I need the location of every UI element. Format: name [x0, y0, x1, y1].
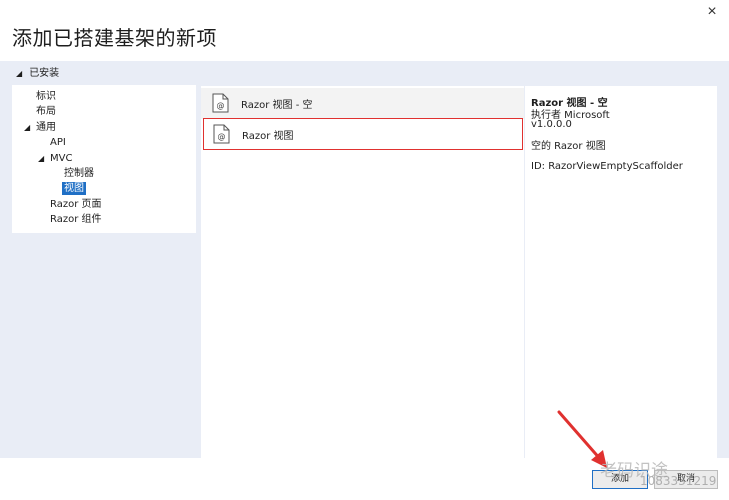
detail-id: ID: RazorViewEmptyScaffolder [531, 161, 683, 172]
tree-item-mvc[interactable]: ◢ MVC [38, 151, 72, 166]
dialog-body: ◢ 已安装 标识 布局 ◢ 通用 API ◢ MVC 控制器 视图 Razor … [0, 61, 729, 458]
add-scaffold-dialog: × 添加已搭建基架的新项 ◢ 已安装 标识 布局 ◢ 通用 API ◢ MVC 控 [0, 0, 729, 500]
tree-item-label: 控制器 [64, 168, 94, 179]
tree-item-razor-components[interactable]: Razor 组件 [50, 212, 102, 227]
tree-item-label: Razor 页面 [50, 199, 102, 210]
tree-item-label: API [50, 137, 66, 148]
tree-item-controller[interactable]: 控制器 [64, 166, 94, 181]
tree-header-label: 已安装 [29, 68, 60, 79]
tree-item-label: 标识 [36, 91, 56, 102]
tree-item-label: Razor 组件 [50, 214, 102, 225]
collapse-arrow-icon[interactable]: ◢ [24, 120, 36, 135]
svg-text:@: @ [218, 132, 226, 141]
collapse-arrow-icon[interactable]: ◢ [16, 65, 26, 83]
tree-item-api[interactable]: API [50, 135, 66, 150]
detail-version: v1.0.0.0 [531, 119, 572, 130]
list-item-label: Razor 视图 - 空 [241, 100, 313, 111]
tree-item-label: MVC [50, 153, 73, 164]
category-tree: 标识 布局 ◢ 通用 API ◢ MVC 控制器 视图 Razor 页面 Raz… [12, 85, 196, 233]
dialog-title: 添加已搭建基架的新项 [12, 26, 217, 50]
tree-item-label: 布局 [36, 106, 56, 117]
watermark-id: 1083331219 [640, 474, 717, 488]
list-item-razor-view-empty[interactable]: @ Razor 视图 - 空 [201, 88, 524, 119]
razor-file-icon: @ [212, 93, 229, 113]
tree-header-installed[interactable]: ◢ 已安装 [12, 65, 196, 83]
tree-item-identity[interactable]: 标识 [36, 89, 56, 104]
tree-item-layout[interactable]: 布局 [36, 104, 56, 119]
razor-file-icon: @ [213, 124, 230, 144]
tree-item-view[interactable]: 视图 [62, 181, 86, 196]
close-icon[interactable]: × [702, 3, 722, 21]
detail-description: 空的 Razor 视图 [531, 141, 606, 152]
tree-item-razor-pages[interactable]: Razor 页面 [50, 197, 102, 212]
template-details: Razor 视图 - 空 执行者 Microsoft v1.0.0.0 空的 R… [525, 86, 717, 458]
collapse-arrow-icon[interactable]: ◢ [38, 151, 50, 166]
svg-text:@: @ [217, 101, 225, 110]
tree-item-label: 视图 [62, 182, 86, 195]
tree-item-label: 通用 [36, 122, 56, 133]
list-item-razor-view[interactable]: @ Razor 视图 [203, 118, 523, 150]
template-list: @ Razor 视图 - 空 @ Razor 视图 [201, 86, 524, 458]
tree-item-common[interactable]: ◢ 通用 [24, 120, 56, 135]
list-item-label: Razor 视图 [242, 131, 294, 142]
